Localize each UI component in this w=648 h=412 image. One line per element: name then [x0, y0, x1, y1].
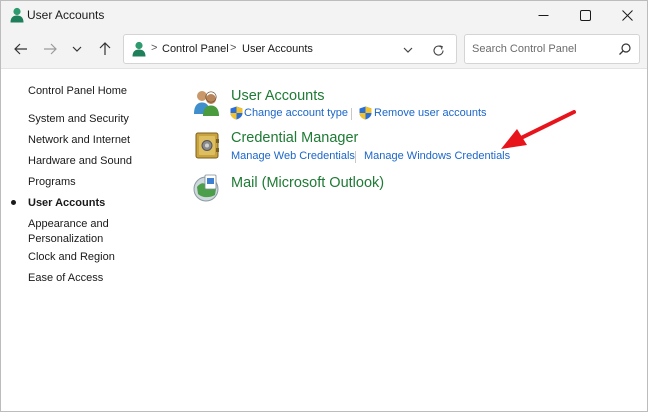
active-item-indicator — [11, 200, 16, 205]
link-divider — [355, 151, 356, 163]
address-bar[interactable]: > Control Panel > User Accounts — [123, 34, 457, 64]
arrow-right-icon — [44, 43, 57, 55]
minimize-button[interactable] — [522, 1, 564, 29]
breadcrumb-control-panel[interactable]: Control Panel — [162, 43, 229, 55]
close-button[interactable] — [606, 1, 648, 29]
search-box[interactable]: Search Control Panel — [464, 34, 640, 64]
breadcrumb-user-accounts[interactable]: User Accounts — [242, 43, 313, 55]
breadcrumb-separator[interactable]: > — [151, 42, 157, 54]
vault-icon[interactable] — [192, 130, 222, 160]
chevron-down-icon — [72, 46, 82, 52]
link-manage-windows-credentials[interactable]: Manage Windows Credentials — [364, 150, 510, 162]
annotation-arrow — [501, 110, 576, 149]
sidebar-item-appearance-line2[interactable]: Personalization — [28, 232, 103, 247]
sidebar-item-system-and-security[interactable]: System and Security — [28, 112, 129, 127]
sidebar-item-ease-of-access[interactable]: Ease of Access — [28, 271, 103, 286]
category-user-accounts[interactable]: User Accounts — [231, 88, 325, 104]
maximize-button[interactable] — [564, 1, 606, 29]
chevron-down-icon — [403, 47, 413, 53]
sidebar-item-clock-and-region[interactable]: Clock and Region — [28, 250, 115, 265]
sidebar: Control Panel Home System and Security N… — [1, 70, 181, 370]
link-divider — [351, 108, 352, 120]
close-icon — [621, 9, 633, 21]
arrow-up-icon — [99, 42, 111, 55]
uac-shield-icon — [230, 106, 243, 120]
user-accounts-app-icon — [10, 7, 24, 23]
link-manage-web-credentials[interactable]: Manage Web Credentials — [231, 150, 355, 162]
sidebar-item-hardware-and-sound[interactable]: Hardware and Sound — [28, 154, 132, 169]
sidebar-item-user-accounts[interactable]: User Accounts — [28, 196, 105, 211]
category-mail-microsoft-outlook[interactable]: Mail (Microsoft Outlook) — [231, 175, 384, 191]
recent-locations-button[interactable] — [66, 38, 88, 60]
category-credential-manager[interactable]: Credential Manager — [231, 130, 358, 146]
maximize-icon — [579, 9, 591, 21]
sidebar-item-programs[interactable]: Programs — [28, 175, 76, 190]
breadcrumb-separator[interactable]: > — [230, 42, 236, 54]
up-button[interactable] — [94, 38, 116, 60]
back-button[interactable] — [10, 38, 32, 60]
users-icon[interactable] — [192, 87, 222, 117]
search-icon[interactable] — [618, 42, 632, 56]
user-accounts-location-icon — [132, 41, 146, 57]
sidebar-item-control-panel-home[interactable]: Control Panel Home — [28, 84, 127, 99]
window-title: User Accounts — [27, 8, 105, 22]
sidebar-item-network-and-internet[interactable]: Network and Internet — [28, 133, 130, 148]
main-content: User Accounts Change account type Remove… — [181, 70, 647, 370]
address-dropdown-button[interactable] — [399, 41, 417, 59]
link-remove-user-accounts[interactable]: Remove user accounts — [374, 107, 487, 119]
sidebar-item-appearance-line1[interactable]: Appearance and — [28, 217, 109, 232]
refresh-button[interactable] — [429, 41, 447, 59]
link-change-account-type[interactable]: Change account type — [244, 107, 348, 119]
forward-button[interactable] — [39, 38, 61, 60]
mail-icon[interactable] — [192, 173, 222, 203]
arrow-left-icon — [14, 43, 27, 55]
refresh-icon — [432, 44, 444, 56]
title-bar: User Accounts — [1, 1, 647, 29]
minimize-icon — [538, 14, 548, 16]
search-input[interactable]: Search Control Panel — [472, 43, 577, 55]
uac-shield-icon — [359, 106, 372, 120]
navigation-bar: > Control Panel > User Accounts Search C… — [1, 29, 647, 69]
control-panel-window: User Accounts > Control Panel > User Acc… — [0, 0, 648, 412]
